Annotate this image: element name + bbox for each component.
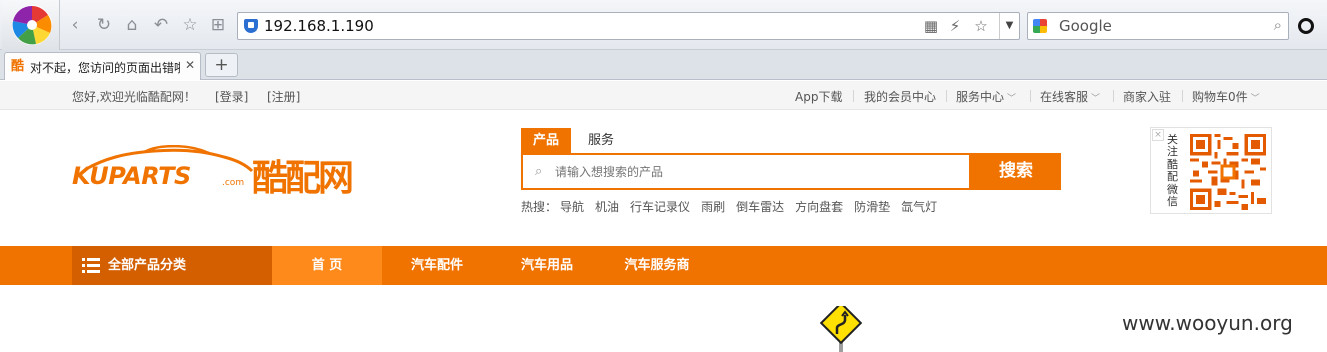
online-support-label: 在线客服 bbox=[1040, 90, 1089, 104]
browser-search-box[interactable]: Google ⌕ bbox=[1027, 12, 1289, 40]
logo-chinese-text: 酷配网 bbox=[252, 158, 354, 199]
chevron-down-icon: ﹀ bbox=[1091, 94, 1101, 104]
site-topbar: 您好,欢迎光临酷配网！ [登录] [注册] App下载 我的会员中心 服务中心 ﹀… bbox=[0, 81, 1327, 110]
app-download-link[interactable]: App下载 bbox=[795, 88, 842, 105]
close-icon[interactable]: ✕ bbox=[185, 58, 195, 72]
chevron-down-icon: ﹀ bbox=[1250, 94, 1260, 104]
home-icon[interactable]: ⌂ bbox=[121, 14, 143, 36]
shield-icon bbox=[244, 19, 258, 33]
hot-search-term[interactable]: 雨刷 bbox=[701, 200, 725, 214]
hot-search-term[interactable]: 氙气灯 bbox=[901, 200, 937, 214]
nav-home[interactable]: 首 页 bbox=[272, 246, 382, 285]
address-url[interactable]: 192.168.1.190 bbox=[264, 17, 374, 35]
register-link[interactable]: [注册] bbox=[267, 88, 300, 105]
tab-services[interactable]: 服务 bbox=[581, 128, 621, 153]
hot-search-term[interactable]: 导航 bbox=[560, 200, 584, 214]
qr-label: 关注酷配微信 bbox=[1167, 133, 1178, 209]
tab-products[interactable]: 产品 bbox=[521, 128, 571, 153]
hot-search-term[interactable]: 倒车雷达 bbox=[736, 200, 784, 214]
tab-title: 对不起，您访问的页面出错啦 bbox=[30, 61, 180, 75]
undo-icon[interactable]: ↶ bbox=[150, 14, 172, 36]
merchant-join-link[interactable]: 商家入驻 bbox=[1123, 88, 1171, 105]
nav-auto-parts[interactable]: 汽车配件 bbox=[395, 246, 479, 285]
login-link[interactable]: [登录] bbox=[215, 88, 248, 105]
tab-strip: 酷 对不起，您访问的页面出错啦 ✕ + bbox=[0, 50, 1327, 80]
hot-search-term[interactable]: 行车记录仪 bbox=[630, 200, 690, 214]
grid-icon[interactable]: ⊞ bbox=[207, 14, 229, 36]
search-engine-name[interactable]: Google bbox=[1059, 17, 1112, 35]
service-center-link[interactable]: 服务中心 ﹀ bbox=[956, 88, 1016, 105]
hot-search-term[interactable]: 方向盘套 bbox=[795, 200, 843, 214]
nav-auto-service-providers[interactable]: 汽车服务商 bbox=[612, 246, 702, 285]
new-tab-button[interactable]: + bbox=[205, 53, 238, 77]
address-bar[interactable]: 192.168.1.190 ▦ ⚡ ☆ ▼ bbox=[237, 12, 1020, 40]
logo-english-text: KUPARTS bbox=[72, 162, 191, 190]
star-icon[interactable]: ☆ bbox=[179, 14, 201, 36]
bookmark-star-icon[interactable]: ☆ bbox=[971, 16, 991, 36]
browser-tab[interactable]: 酷 对不起，您访问的页面出错啦 ✕ bbox=[4, 52, 201, 80]
google-icon bbox=[1033, 19, 1047, 33]
search-icon: ⌕ bbox=[535, 164, 543, 179]
hot-searches: 热搜： 导航 机油 行车记录仪 雨刷 倒车雷达 方向盘套 防滑垫 氙气灯 bbox=[521, 198, 948, 215]
online-support-link[interactable]: 在线客服 ﹀ bbox=[1040, 88, 1100, 105]
hot-search-label: 热搜： bbox=[521, 200, 558, 214]
pinwheel-logo-icon bbox=[12, 5, 52, 45]
back-icon[interactable]: ‹ bbox=[64, 14, 86, 36]
browser-menu-button[interactable] bbox=[2, 0, 60, 50]
nav-auto-supplies[interactable]: 汽车用品 bbox=[505, 246, 589, 285]
main-navbar: 全部产品分类 首 页 汽车配件 汽车用品 汽车服务商 bbox=[0, 246, 1327, 285]
chevron-down-icon: ﹀ bbox=[1007, 94, 1017, 104]
site-logo[interactable]: KUPARTS .com 酷配网 bbox=[72, 143, 362, 199]
welcome-text: 您好,欢迎光临酷配网！ bbox=[72, 90, 196, 104]
cart-label: 购物车0件 bbox=[1192, 90, 1248, 104]
hot-search-term[interactable]: 防滑垫 bbox=[854, 200, 890, 214]
search-icon[interactable]: ⌕ bbox=[1274, 16, 1282, 34]
search-button[interactable]: 搜索 bbox=[971, 153, 1061, 190]
qr-icon[interactable]: ▦ bbox=[921, 16, 941, 36]
watermark: www.wooyun.org bbox=[1122, 311, 1293, 335]
search-input[interactable] bbox=[555, 162, 955, 182]
hot-search-term[interactable]: 机油 bbox=[595, 200, 619, 214]
cart-link[interactable]: 购物车0件 ﹀ bbox=[1192, 88, 1260, 105]
list-icon bbox=[82, 258, 100, 273]
chevron-down-icon[interactable]: ▼ bbox=[999, 13, 1019, 39]
road-sign-icon bbox=[820, 306, 862, 352]
profile-ring-icon[interactable] bbox=[1298, 18, 1314, 34]
qr-code-image bbox=[1190, 134, 1266, 210]
refresh-icon[interactable]: ↻ bbox=[93, 14, 115, 36]
close-icon[interactable]: × bbox=[1152, 129, 1164, 141]
search-box: ⌕ bbox=[521, 153, 971, 190]
all-categories-button[interactable]: 全部产品分类 bbox=[72, 246, 272, 285]
service-center-label: 服务中心 bbox=[956, 90, 1005, 104]
lightning-icon[interactable]: ⚡ bbox=[945, 16, 965, 36]
all-categories-label: 全部产品分类 bbox=[108, 258, 187, 273]
member-center-link[interactable]: 我的会员中心 bbox=[864, 88, 936, 105]
site-favicon-icon: 酷 bbox=[11, 59, 25, 74]
browser-toolbar: ‹ ↻ ⌂ ↶ ☆ ⊞ 192.168.1.190 ▦ ⚡ ☆ ▼ Google… bbox=[0, 0, 1327, 50]
wechat-qr-panel: × 关注酷配微信 bbox=[1150, 127, 1272, 214]
logo-com-text: .com bbox=[222, 178, 245, 188]
